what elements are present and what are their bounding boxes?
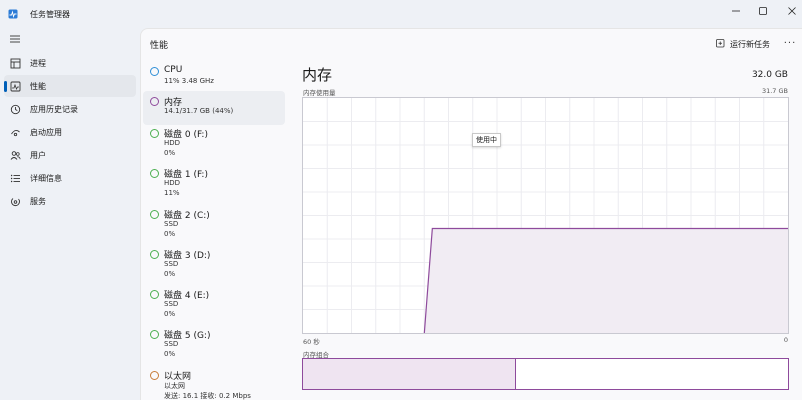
hamburger-icon bbox=[10, 35, 20, 43]
resource-detail: 11% bbox=[164, 189, 180, 197]
detail-total-capacity: 32.0 GB bbox=[751, 70, 788, 80]
time-axis-right-label: 0 bbox=[783, 336, 788, 344]
resource-type: SSD bbox=[164, 220, 179, 228]
sidebar-item-label: 详细信息 bbox=[30, 173, 62, 183]
resource-item-disk-2[interactable]: 磁盘 2 (C:) SSD 0% bbox=[143, 204, 285, 238]
usage-graph-label: 内存使用量 bbox=[303, 89, 336, 97]
disk-status-dot bbox=[150, 129, 159, 138]
disk-status-dot bbox=[150, 210, 159, 219]
resource-name: CPU bbox=[164, 65, 183, 75]
performance-panel: 性能 运行新任务 ··· CPU 11% 3.48 GHz 内存 14.1/31… bbox=[140, 28, 802, 400]
disk-status-dot bbox=[150, 330, 159, 339]
performance-icon bbox=[9, 80, 21, 92]
memory-status-dot bbox=[150, 97, 159, 106]
services-icon bbox=[9, 195, 21, 207]
resource-type: HDD bbox=[164, 139, 181, 147]
resource-detail: 0% bbox=[164, 149, 176, 157]
resource-type: SSD bbox=[164, 260, 179, 268]
resource-detail: 发送: 16.1 接收: 0.2 Mbps bbox=[164, 392, 251, 400]
resource-item-disk-0[interactable]: 磁盘 0 (F:) HDD 0% bbox=[143, 123, 285, 157]
app-history-icon bbox=[9, 103, 21, 115]
memory-composition-bar bbox=[302, 358, 789, 390]
task-manager-app-icon bbox=[8, 9, 18, 19]
resource-type: SSD bbox=[164, 340, 179, 348]
disk-status-dot bbox=[150, 290, 159, 299]
resource-item-cpu[interactable]: CPU 11% 3.48 GHz bbox=[143, 61, 285, 95]
sidebar-item-performance[interactable]: 性能 bbox=[4, 75, 136, 97]
resource-detail: 0% bbox=[164, 270, 176, 278]
resource-item-ethernet[interactable]: 以太网 以太网 发送: 16.1 接收: 0.2 Mbps bbox=[143, 365, 285, 400]
sidebar-item-label: 性能 bbox=[30, 81, 46, 91]
details-icon bbox=[9, 172, 21, 184]
processes-icon bbox=[9, 57, 21, 69]
memory-usage-graph bbox=[302, 97, 789, 334]
sidebar-item-services[interactable]: 服务 bbox=[4, 190, 136, 212]
memory-usage-plot bbox=[303, 98, 788, 334]
resource-item-memory[interactable]: 内存 14.1/31.7 GB (44%) bbox=[143, 91, 285, 125]
composition-in-use-segment bbox=[303, 359, 517, 389]
window-title: 任务管理器 bbox=[30, 10, 70, 19]
usage-area-fill bbox=[424, 228, 788, 333]
usage-graph-max-label: 31.7 GB bbox=[761, 87, 788, 95]
detail-title: 内存 bbox=[302, 66, 333, 84]
sidebar-item-processes[interactable]: 进程 bbox=[4, 52, 136, 74]
resource-detail: 0% bbox=[164, 310, 176, 318]
sidebar-item-startup[interactable]: 启动应用 bbox=[4, 121, 136, 143]
run-task-label: 运行新任务 bbox=[730, 39, 770, 49]
page-title: 性能 bbox=[150, 41, 169, 51]
more-options-button[interactable]: ··· bbox=[781, 34, 799, 52]
active-indicator bbox=[4, 81, 7, 92]
resource-detail: 11% 3.48 GHz bbox=[164, 77, 214, 85]
startup-icon bbox=[9, 126, 21, 138]
resource-detail: 0% bbox=[164, 350, 176, 358]
resource-type: 以太网 bbox=[164, 382, 185, 390]
resource-item-disk-3[interactable]: 磁盘 3 (D:) SSD 0% bbox=[143, 244, 285, 278]
run-task-icon bbox=[716, 39, 725, 48]
sidebar-item-label: 应用历史记录 bbox=[30, 104, 78, 114]
resource-type: HDD bbox=[164, 179, 181, 187]
users-icon bbox=[9, 149, 21, 161]
resource-item-disk-5[interactable]: 磁盘 5 (G:) SSD 0% bbox=[143, 324, 285, 358]
sidebar-item-app-history[interactable]: 应用历史记录 bbox=[4, 98, 136, 120]
more-icon: ··· bbox=[783, 37, 797, 49]
run-new-task-button[interactable]: 运行新任务 bbox=[716, 36, 770, 52]
ethernet-status-dot bbox=[150, 371, 159, 380]
close-button[interactable] bbox=[774, 0, 802, 22]
sidebar-item-label: 进程 bbox=[30, 58, 46, 68]
resource-detail: 0% bbox=[164, 230, 176, 238]
resource-detail: 14.1/31.7 GB (44%) bbox=[164, 107, 234, 115]
maximize-icon bbox=[759, 7, 767, 15]
cpu-status-dot bbox=[150, 67, 159, 76]
close-icon bbox=[788, 7, 796, 15]
resource-item-disk-4[interactable]: 磁盘 4 (E:) SSD 0% bbox=[143, 284, 285, 318]
sidebar-item-details[interactable]: 详细信息 bbox=[4, 167, 136, 189]
sidebar-item-label: 服务 bbox=[30, 196, 46, 206]
sidebar-item-label: 用户 bbox=[30, 150, 46, 160]
disk-status-dot bbox=[150, 169, 159, 178]
sidebar-item-users[interactable]: 用户 bbox=[4, 144, 136, 166]
minimize-icon bbox=[732, 10, 740, 12]
sidebar-item-label: 启动应用 bbox=[30, 127, 62, 137]
disk-status-dot bbox=[150, 250, 159, 259]
resource-type: SSD bbox=[164, 300, 179, 308]
title-bar: 任务管理器 bbox=[0, 0, 802, 28]
in-use-tooltip: 使用中 bbox=[472, 133, 501, 147]
resource-item-disk-1[interactable]: 磁盘 1 (F:) HDD 11% bbox=[143, 163, 285, 197]
time-axis-left-label: 60 秒 bbox=[303, 338, 320, 346]
nav-menu-button[interactable] bbox=[6, 32, 24, 46]
